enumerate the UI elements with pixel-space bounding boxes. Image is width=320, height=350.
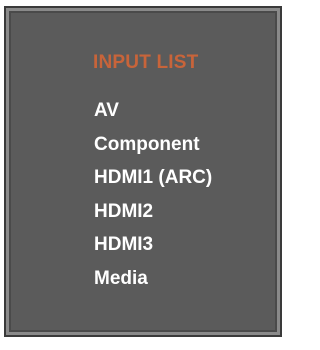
- input-item-media[interactable]: Media: [94, 268, 212, 302]
- input-list: AV Component HDMI1 (ARC) HDMI2 HDMI3 Med…: [94, 100, 212, 301]
- input-item-hdmi3[interactable]: HDMI3: [94, 234, 212, 268]
- input-item-hdmi2[interactable]: HDMI2: [94, 201, 212, 235]
- input-list-title: INPUT LIST: [93, 52, 199, 73]
- input-item-av[interactable]: AV: [94, 100, 212, 134]
- input-list-panel: INPUT LIST AV Component HDMI1 (ARC) HDMI…: [4, 6, 282, 337]
- input-item-component[interactable]: Component: [94, 134, 212, 168]
- input-item-hdmi1-arc[interactable]: HDMI1 (ARC): [94, 167, 212, 201]
